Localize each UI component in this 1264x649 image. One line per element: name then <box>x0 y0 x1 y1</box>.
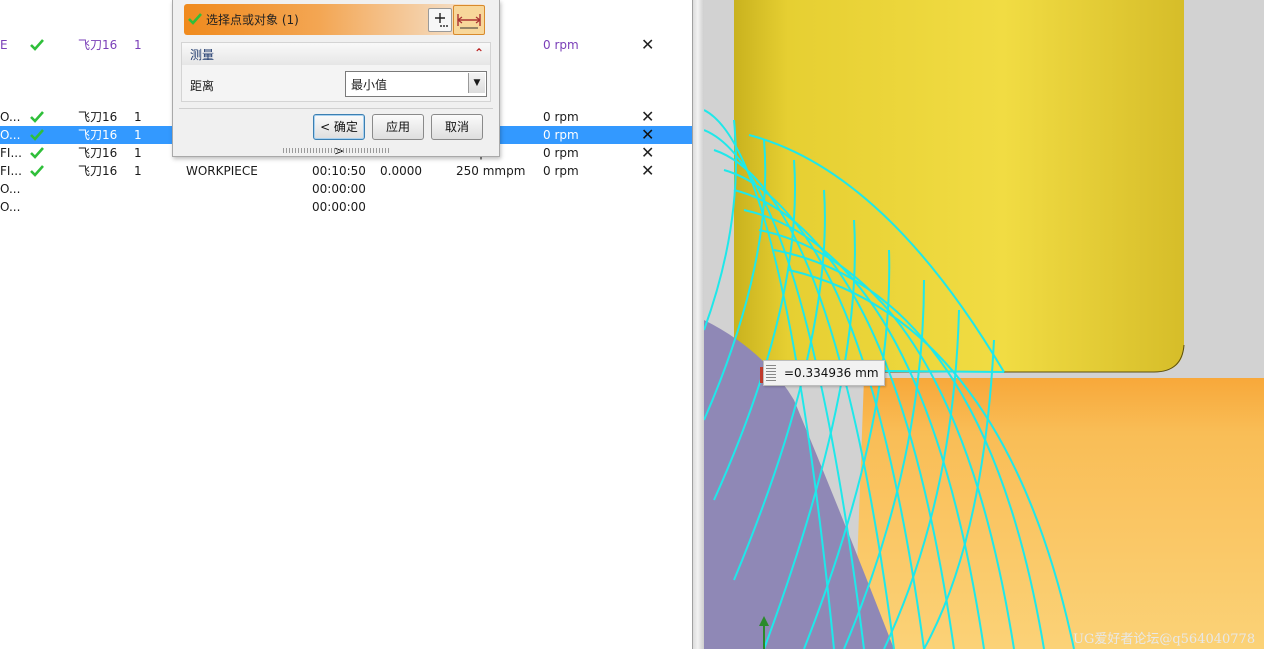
measure-distance-dialog: 选择点或对象 (1) 测量 ⌃ 距离 最小值 ▼ < 确定 > 应用 取消 <box>172 0 500 158</box>
close-icon[interactable]: ✕ <box>641 108 661 126</box>
check-icon <box>30 129 44 141</box>
feed-rate: 250 mmpm <box>456 164 526 178</box>
operation-row[interactable]: O... 00:00:00 <box>0 198 692 216</box>
watermark: UG爱好者论坛@q564040778 <box>1073 632 1256 647</box>
close-icon[interactable]: ✕ <box>641 162 661 180</box>
collapse-icon[interactable]: ⌃ <box>474 46 484 60</box>
operation-name: FI... <box>0 164 22 178</box>
close-icon[interactable]: ✕ <box>641 36 661 54</box>
tool-name: 飞刀16 <box>78 128 118 142</box>
add-point-button[interactable] <box>428 8 452 32</box>
measure-group-header[interactable]: 测量 ⌃ <box>182 43 490 65</box>
check-icon <box>30 165 44 177</box>
tool-name: 飞刀16 <box>78 38 118 52</box>
measurement-value: =0.334936 mm <box>784 366 879 380</box>
status-check-icon <box>30 108 50 123</box>
check-icon <box>30 147 44 159</box>
select-object-label: 选择点或对象 (1) <box>206 13 299 27</box>
spindle-speed: 0 rpm <box>543 164 579 178</box>
measure-distance-button[interactable] <box>453 5 485 35</box>
status-check-icon <box>30 36 50 51</box>
tool-number: 1 <box>134 38 142 52</box>
close-icon[interactable]: ✕ <box>641 144 661 162</box>
spindle-speed: 0 rpm <box>543 146 579 160</box>
close-icon[interactable]: ✕ <box>641 126 661 144</box>
distance-ruler-icon <box>457 14 481 29</box>
orange-part <box>854 378 1264 649</box>
operation-name: E <box>0 38 8 52</box>
distance-label: 距离 <box>190 79 215 93</box>
tool-name: 飞刀16 <box>78 146 118 160</box>
machining-time: 00:10:50 <box>312 164 366 178</box>
tool-number: 1 <box>134 164 142 178</box>
operation-name: O... <box>0 200 21 214</box>
check-icon <box>188 13 202 25</box>
operation-name: O... <box>0 110 21 124</box>
operation-name: FI... <box>0 146 22 160</box>
add-point-icon <box>435 13 448 27</box>
ok-button[interactable]: < 确定 > <box>313 114 365 158</box>
status-check-icon <box>30 162 50 177</box>
chevron-down-icon[interactable]: ▼ <box>468 73 485 93</box>
status-check-icon <box>30 126 50 141</box>
spindle-speed: 0 rpm <box>543 38 579 52</box>
measure-title: 测量 <box>190 48 215 62</box>
tool-number: 1 <box>134 110 142 124</box>
tool-number: 1 <box>134 128 142 142</box>
operation-name: O... <box>0 128 21 142</box>
machining-time: 00:00:00 <box>312 200 366 214</box>
model-scene <box>704 0 1264 649</box>
operation-row[interactable]: FI... 飞刀16 1 WORKPIECE 00:10:50 0.0000 2… <box>0 162 692 180</box>
distance-type-value: 最小值 <box>351 78 388 92</box>
check-icon <box>30 39 44 51</box>
measurement-label[interactable]: =0.334936 mm <box>763 360 885 386</box>
spindle-speed: 0 rpm <box>543 110 579 124</box>
cancel-button[interactable]: 取消 <box>431 114 483 140</box>
spindle-speed: 0 rpm <box>543 128 579 142</box>
graphics-viewport[interactable] <box>704 0 1264 649</box>
geometry-name: WORKPIECE <box>186 164 258 178</box>
operation-row[interactable]: O... 00:00:00 <box>0 180 692 198</box>
apply-button[interactable]: 应用 <box>372 114 424 140</box>
status-check-icon <box>30 144 50 159</box>
operation-name: O... <box>0 182 21 196</box>
machining-time: 00:00:00 <box>312 182 366 196</box>
stock-value: 0.0000 <box>380 164 422 178</box>
measure-group: 测量 ⌃ 距离 最小值 ▼ <box>181 42 491 102</box>
check-icon <box>30 111 44 123</box>
dialog-separator <box>179 108 493 109</box>
distance-type-select[interactable]: 最小值 ▼ <box>345 71 487 97</box>
tool-name: 飞刀16 <box>78 164 118 178</box>
resize-grip[interactable] <box>283 148 391 153</box>
tool-name: 飞刀16 <box>78 110 118 124</box>
tool-number: 1 <box>134 146 142 160</box>
